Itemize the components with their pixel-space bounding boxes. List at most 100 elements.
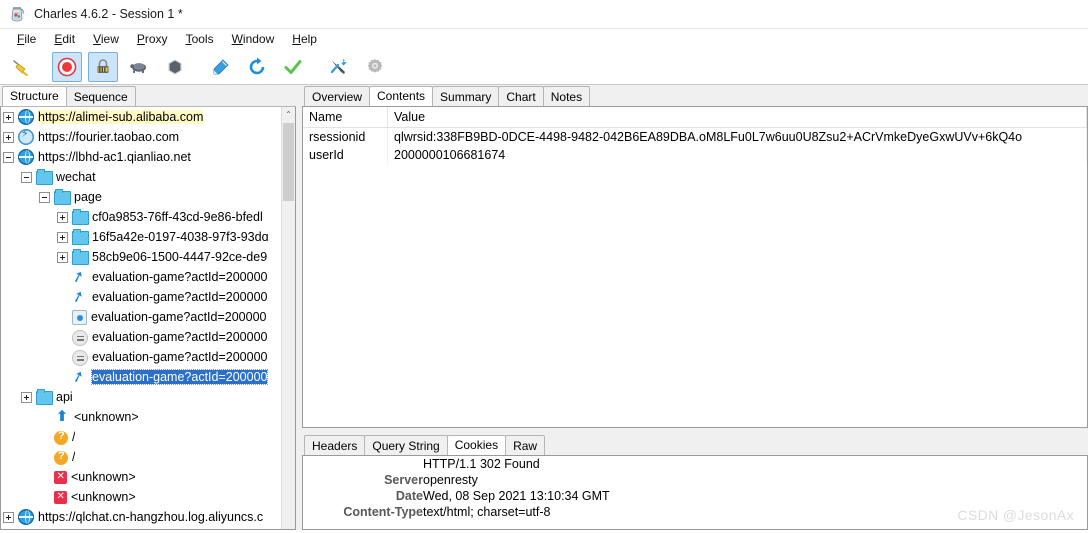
validate-check-icon[interactable]: [278, 52, 308, 82]
tree-row[interactable]: <unknown>: [1, 487, 282, 507]
header-value: HTTP/1.1 302 Found: [423, 457, 540, 471]
tab-query-string[interactable]: Query String: [364, 435, 448, 455]
tree-item-label: <unknown>: [71, 490, 136, 504]
tree-row[interactable]: evaluation-game?actId=200000: [1, 307, 282, 327]
folder-icon: [72, 209, 89, 225]
menu-window[interactable]: Window: [223, 30, 284, 48]
tree-row[interactable]: evaluation-game?actId=200000: [1, 347, 282, 367]
tree-row[interactable]: evaluation-game?actId=200000: [1, 327, 282, 347]
cookies-table: Name Value rsessionid qlwrsid:338FB9BD-0D…: [303, 107, 1087, 164]
tree-item-label: evaluation-game?actId=200000: [92, 330, 268, 344]
tree-row[interactable]: ➚ evaluation-game?actId=200000: [1, 267, 282, 287]
menu-proxy[interactable]: Proxy: [128, 30, 177, 48]
tree-item-label: /: [72, 450, 76, 464]
menu-edit[interactable]: Edit: [45, 30, 84, 48]
tree-twisty[interactable]: [57, 211, 68, 223]
tree-item-label: /: [72, 430, 76, 444]
tree-row[interactable]: cf0a9853-76ff-43cd-9e86-bfedl: [1, 207, 282, 227]
tree-row[interactable]: api: [1, 387, 282, 407]
tree-row[interactable]: ⬆ <unknown>: [1, 407, 282, 427]
main-split: Structure Sequence https://alimei-sub.al…: [0, 85, 1088, 530]
tab-notes[interactable]: Notes: [542, 86, 591, 106]
tree-row[interactable]: https://fourier.taobao.com: [1, 127, 282, 147]
tree-row[interactable]: ➚ evaluation-game?actId=200000: [1, 287, 282, 307]
tree-twisty[interactable]: [21, 171, 32, 183]
tree-item-label: evaluation-game?actId=200000: [92, 270, 268, 284]
tree-row[interactable]: https://alimei-sub.alibaba.com: [1, 107, 282, 127]
request-detail-bottom: Headers Query String Cookies Raw HTTP/1.…: [302, 434, 1088, 530]
text-lines-icon: [72, 349, 88, 366]
menu-view[interactable]: View: [84, 30, 128, 48]
column-header-name[interactable]: Name: [303, 107, 388, 128]
tree-row[interactable]: <unknown>: [1, 467, 282, 487]
tree-row[interactable]: 16f5a42e-0197-4038-97f3-93dɑ: [1, 227, 282, 247]
record-icon[interactable]: [52, 51, 82, 82]
menu-help[interactable]: Help: [283, 30, 326, 48]
tree-row[interactable]: wechat: [1, 167, 282, 187]
header-value: text/html; charset=utf-8: [423, 505, 551, 519]
right-panel: Overview Contents Summary Chart Notes Na…: [302, 85, 1088, 530]
table-row[interactable]: userId 2000000106681674: [303, 146, 1087, 164]
tab-cookies[interactable]: Cookies: [446, 435, 507, 455]
text-lines-icon: [72, 329, 88, 346]
tab-sequence[interactable]: Sequence: [65, 86, 136, 106]
tab-contents[interactable]: Contents: [369, 86, 434, 106]
bottom-tabs: Headers Query String Cookies Raw: [302, 434, 1088, 455]
detail-tabs: Overview Contents Summary Chart Notes: [302, 85, 1088, 106]
tree-twisty[interactable]: [39, 191, 50, 203]
ssl-proxying-icon[interactable]: [88, 51, 118, 82]
tab-chart[interactable]: Chart: [498, 86, 544, 106]
clear-session-icon[interactable]: [6, 52, 36, 82]
scrollbar-thumb[interactable]: [283, 123, 294, 201]
tree-row[interactable]: https://lbhd-ac1.qianliao.net: [1, 147, 282, 167]
globe-icon: [18, 149, 34, 165]
tree-row[interactable]: https://img.qlchat.com: [1, 527, 282, 529]
compose-pen-icon[interactable]: [206, 52, 236, 82]
header-row: Date Wed, 08 Sep 2021 13:10:34 GMT: [303, 488, 1087, 504]
tree-row[interactable]: 58cb9e06-1500-4447-92ce-de9: [1, 247, 282, 267]
tree-twisty[interactable]: [21, 391, 32, 403]
header-key: Content-Type: [343, 505, 423, 519]
repeat-refresh-icon[interactable]: [242, 52, 272, 82]
tab-headers[interactable]: Headers: [304, 435, 366, 455]
cookies-table-panel: Name Value rsessionid qlwrsid:338FB9BD-0D…: [302, 106, 1088, 428]
column-header-value[interactable]: Value: [387, 107, 1087, 128]
tree-twisty[interactable]: [57, 231, 68, 243]
tree-twisty[interactable]: [3, 151, 14, 163]
tab-overview[interactable]: Overview: [304, 86, 371, 106]
scroll-up-arrow[interactable]: ⌃: [282, 107, 295, 121]
tree-scrollbar[interactable]: ⌃: [281, 107, 295, 529]
tree-body: https://alimei-sub.alibaba.com https://fo…: [1, 107, 282, 529]
tools-icon[interactable]: [324, 52, 354, 82]
structure-sequence-tabs: Structure Sequence: [0, 85, 296, 106]
tree-item-label: https://fourier.taobao.com: [38, 130, 180, 144]
folder-icon: [54, 189, 71, 205]
tree-row[interactable]: ➚ evaluation-game?actId=200000: [1, 367, 282, 387]
tab-structure[interactable]: Structure: [2, 86, 67, 106]
settings-gear-icon[interactable]: [360, 52, 390, 82]
tree-item-label: https://qlchat.cn-hangzhou.log.aliyuncs.…: [38, 510, 264, 524]
menu-tools[interactable]: Tools: [177, 30, 223, 48]
tree-row[interactable]: /: [1, 447, 282, 467]
tree-row[interactable]: https://qlchat.cn-hangzhou.log.aliyuncs.…: [1, 507, 282, 527]
error-x-icon: [54, 491, 67, 504]
tab-summary[interactable]: Summary: [432, 86, 500, 106]
globe-icon: [18, 109, 34, 125]
menu-file[interactable]: File: [8, 30, 45, 48]
charles-window: Charles 4.6.2 - Session 1 * File Edit Vi…: [0, 0, 1088, 533]
tree-twisty[interactable]: [3, 131, 14, 143]
breakpoints-hexagon-icon[interactable]: [160, 52, 190, 82]
tab-raw[interactable]: Raw: [505, 435, 546, 455]
throttle-turtle-icon[interactable]: [124, 52, 154, 82]
tree-row[interactable]: page: [1, 187, 282, 207]
tree-twisty[interactable]: [3, 111, 14, 123]
tree-twisty[interactable]: [3, 511, 14, 523]
tree-row[interactable]: /: [1, 427, 282, 447]
table-row[interactable]: rsessionid qlwrsid:338FB9BD-0DCE-4498-948…: [303, 127, 1087, 146]
tree-twisty[interactable]: [57, 251, 68, 263]
